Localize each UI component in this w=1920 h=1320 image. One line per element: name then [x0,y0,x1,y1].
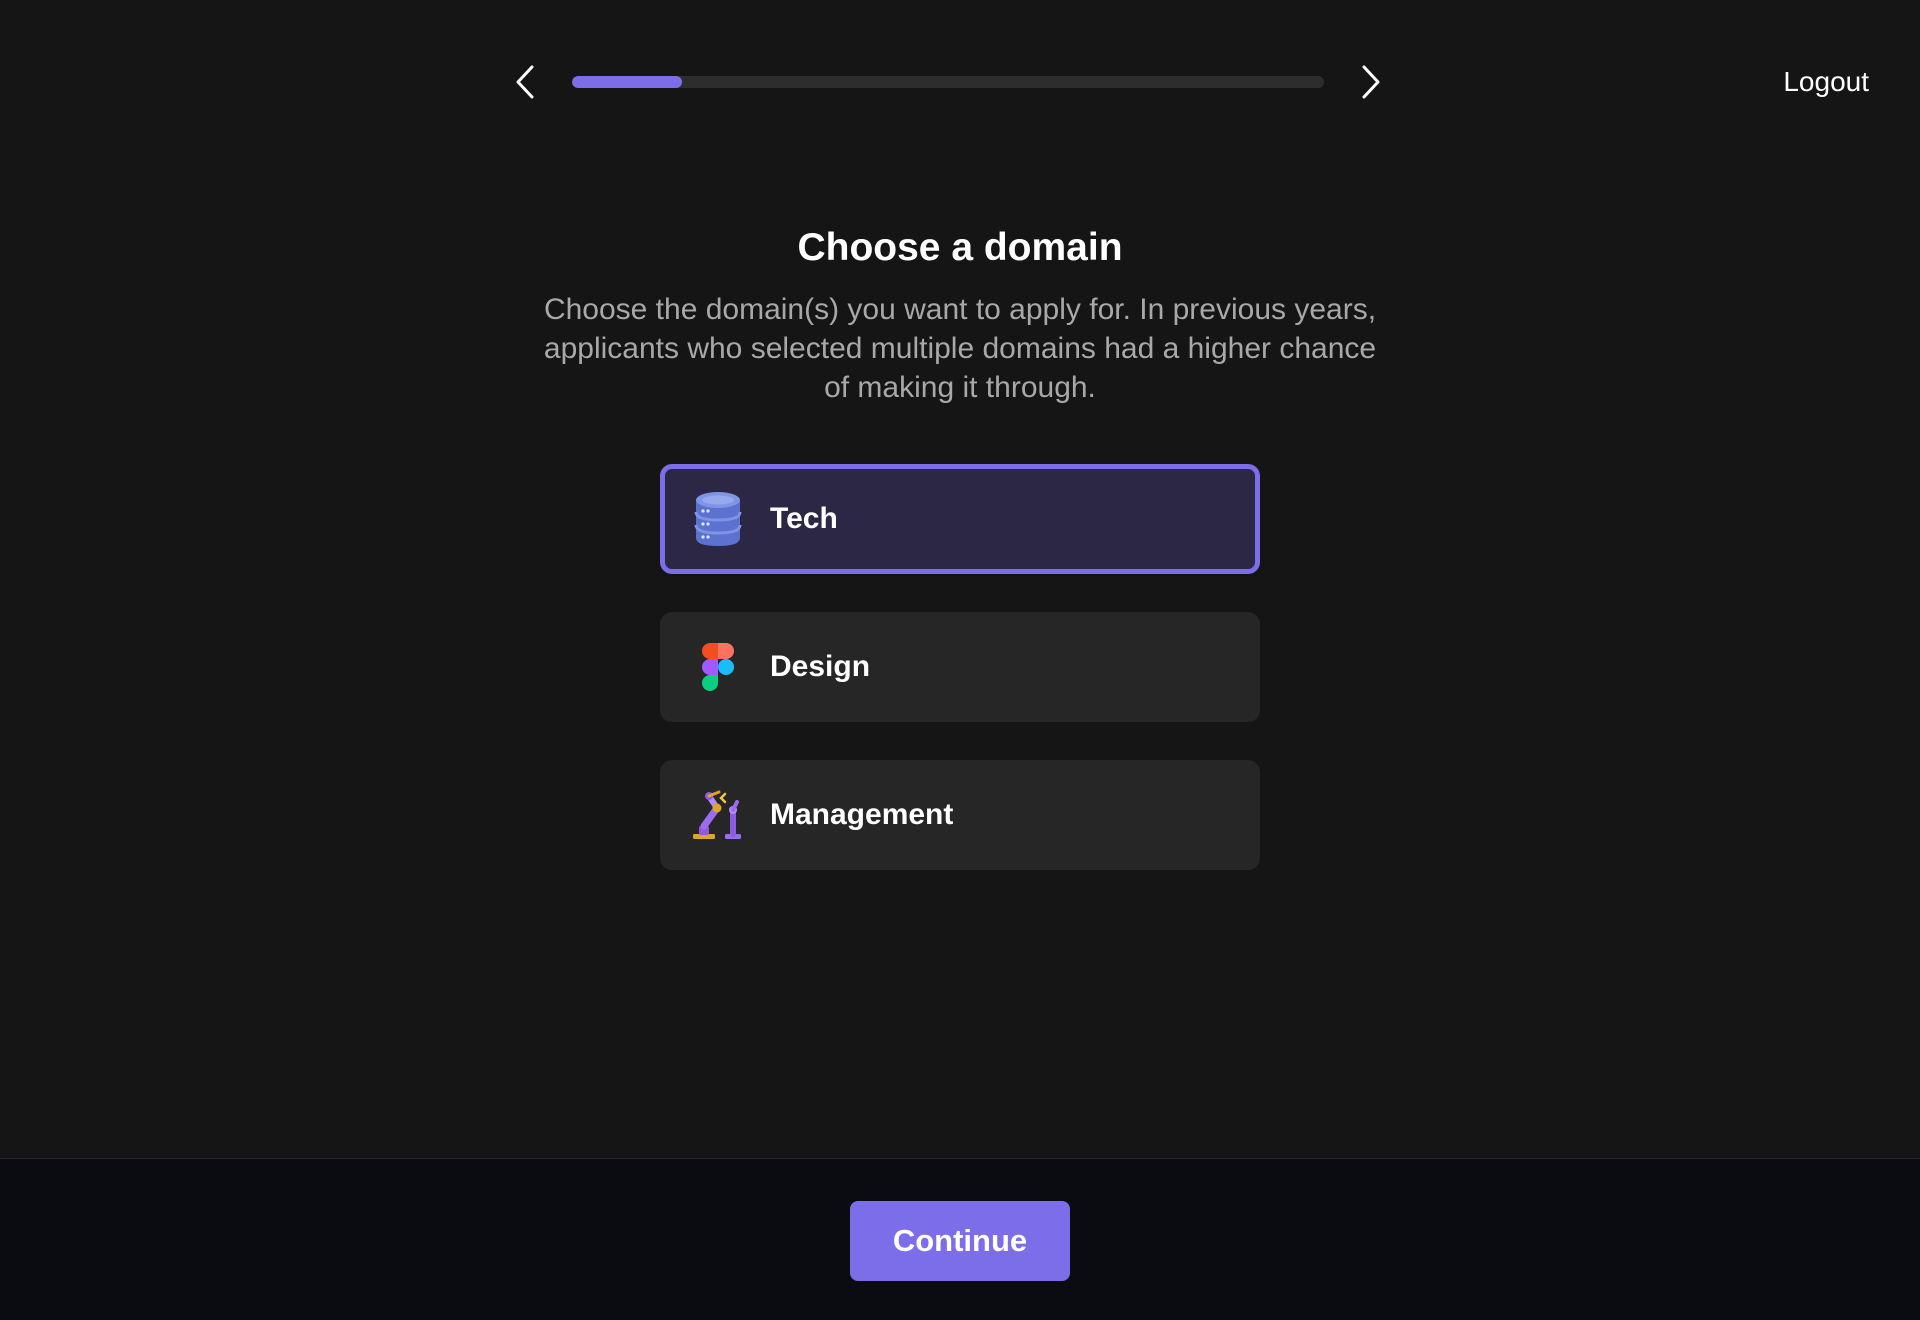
domain-option-label: Tech [770,502,838,535]
logout-link[interactable]: Logout [1783,62,1869,102]
domain-selection-page: Logout Choose a domain Choose the domain… [0,0,1920,1320]
figma-icon [690,639,746,695]
database-icon [690,491,746,547]
page-subtitle: Choose the domain(s) you want to apply f… [543,293,1377,404]
domain-option-tech[interactable]: Tech [660,464,1260,574]
progress-bar [572,76,1324,88]
domain-option-label: Management [770,798,954,831]
progress-fill [572,76,682,88]
page-title: Choose a domain [797,226,1123,269]
forward-button[interactable] [1358,62,1384,102]
footer-bar: Continue [0,1158,1920,1320]
robot-arm-icon [690,787,746,843]
domain-option-label: Design [770,650,871,683]
chevron-right-icon [1362,65,1380,99]
domain-option-design[interactable]: Design [660,612,1260,722]
back-button[interactable] [512,62,538,102]
top-bar: Logout [0,0,1920,164]
chevron-left-icon [516,65,534,99]
domain-option-management[interactable]: Management [660,760,1260,870]
continue-button[interactable]: Continue [850,1201,1070,1281]
